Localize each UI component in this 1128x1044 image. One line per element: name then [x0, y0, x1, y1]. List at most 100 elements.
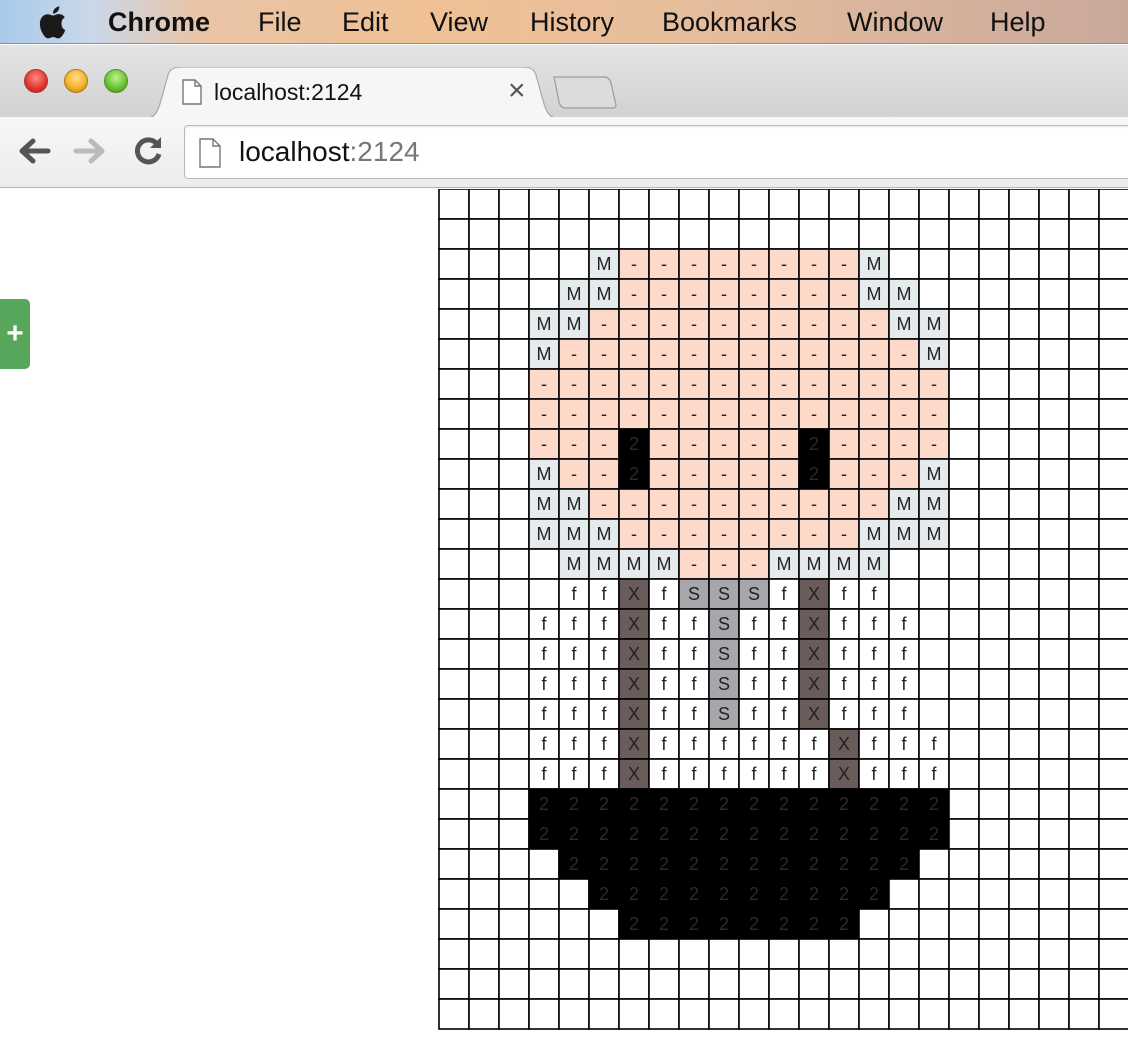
grid-cell[interactable] [1008, 548, 1040, 580]
grid-cell[interactable] [468, 788, 500, 820]
grid-cell[interactable] [1098, 578, 1128, 610]
grid-cell[interactable]: f [858, 728, 890, 760]
grid-cell[interactable] [918, 548, 950, 580]
grid-cell[interactable]: - [648, 338, 680, 370]
grid-cell[interactable] [948, 218, 980, 250]
grid-cell[interactable]: 2 [648, 818, 680, 850]
grid-cell[interactable] [1098, 308, 1128, 340]
grid-cell[interactable]: - [618, 248, 650, 280]
grid-cell[interactable] [1098, 428, 1128, 460]
menu-history[interactable]: History [530, 6, 614, 38]
grid-cell[interactable] [978, 728, 1010, 760]
grid-cell[interactable] [1098, 278, 1128, 310]
grid-cell[interactable]: 2 [918, 788, 950, 820]
grid-cell[interactable] [498, 698, 530, 730]
grid-cell[interactable] [1038, 608, 1070, 640]
grid-cell[interactable]: - [708, 248, 740, 280]
grid-cell[interactable]: M [888, 518, 920, 550]
grid-cell[interactable] [1068, 308, 1100, 340]
grid-cell[interactable]: f [648, 578, 680, 610]
grid-cell[interactable]: 2 [828, 848, 860, 880]
grid-cell[interactable] [468, 548, 500, 580]
grid-cell[interactable] [648, 998, 680, 1030]
grid-cell[interactable] [708, 189, 740, 220]
grid-cell[interactable]: X [798, 608, 830, 640]
grid-cell[interactable]: f [648, 668, 680, 700]
grid-cell[interactable] [438, 518, 470, 550]
grid-cell[interactable]: - [588, 338, 620, 370]
grid-cell[interactable] [558, 248, 590, 280]
menu-help[interactable]: Help [990, 6, 1046, 38]
grid-cell[interactable] [978, 848, 1010, 880]
grid-cell[interactable] [798, 218, 830, 250]
menu-app-name[interactable]: Chrome [108, 6, 210, 38]
grid-cell[interactable]: 2 [738, 848, 770, 880]
grid-cell[interactable] [468, 728, 500, 760]
grid-cell[interactable] [738, 189, 770, 220]
grid-cell[interactable]: 2 [708, 908, 740, 940]
grid-cell[interactable]: - [768, 458, 800, 490]
grid-cell[interactable] [438, 908, 470, 940]
grid-cell[interactable]: - [858, 308, 890, 340]
zoom-window-button[interactable] [104, 69, 128, 93]
grid-cell[interactable] [468, 398, 500, 430]
grid-cell[interactable]: - [798, 248, 830, 280]
grid-cell[interactable]: - [708, 278, 740, 310]
grid-cell[interactable] [468, 428, 500, 460]
grid-cell[interactable] [498, 848, 530, 880]
grid-cell[interactable] [498, 818, 530, 850]
grid-cell[interactable] [1038, 518, 1070, 550]
grid-cell[interactable]: f [858, 698, 890, 730]
grid-cell[interactable] [1008, 758, 1040, 790]
grid-cell[interactable] [948, 728, 980, 760]
grid-cell[interactable] [498, 578, 530, 610]
grid-cell[interactable] [468, 368, 500, 400]
grid-cell[interactable] [858, 968, 890, 1000]
grid-cell[interactable] [558, 968, 590, 1000]
grid-cell[interactable]: - [678, 368, 710, 400]
grid-cell[interactable] [528, 968, 560, 1000]
grid-cell[interactable] [918, 878, 950, 910]
grid-cell[interactable] [1098, 338, 1128, 370]
grid-cell[interactable]: - [558, 458, 590, 490]
grid-cell[interactable]: - [588, 428, 620, 460]
grid-cell[interactable] [1068, 278, 1100, 310]
grid-cell[interactable] [1008, 248, 1040, 280]
grid-cell[interactable] [1038, 908, 1070, 940]
grid-cell[interactable]: M [918, 458, 950, 490]
grid-cell[interactable]: 2 [798, 458, 830, 490]
grid-cell[interactable] [948, 638, 980, 670]
grid-cell[interactable] [498, 308, 530, 340]
grid-cell[interactable]: - [738, 338, 770, 370]
grid-cell[interactable] [1098, 908, 1128, 940]
grid-cell[interactable] [498, 189, 530, 220]
grid-cell[interactable] [1038, 818, 1070, 850]
grid-cell[interactable]: - [678, 488, 710, 520]
grid-cell[interactable] [918, 638, 950, 670]
grid-cell[interactable] [498, 398, 530, 430]
grid-cell[interactable] [498, 458, 530, 490]
grid-cell[interactable] [1068, 698, 1100, 730]
grid-cell[interactable]: f [888, 668, 920, 700]
grid-cell[interactable] [498, 758, 530, 790]
grid-cell[interactable] [738, 998, 770, 1030]
grid-cell[interactable] [1068, 908, 1100, 940]
grid-cell[interactable]: 2 [858, 788, 890, 820]
grid-cell[interactable]: f [588, 728, 620, 760]
grid-cell[interactable] [1068, 578, 1100, 610]
grid-cell[interactable]: f [918, 728, 950, 760]
grid-cell[interactable] [948, 848, 980, 880]
grid-cell[interactable]: - [918, 368, 950, 400]
grid-cell[interactable] [978, 758, 1010, 790]
grid-cell[interactable]: 2 [618, 848, 650, 880]
grid-cell[interactable] [468, 578, 500, 610]
forward-arrow-icon[interactable] [72, 133, 108, 169]
grid-cell[interactable] [1008, 189, 1040, 220]
grid-cell[interactable] [978, 998, 1010, 1030]
grid-cell[interactable] [948, 788, 980, 820]
grid-cell[interactable] [708, 968, 740, 1000]
grid-cell[interactable]: M [888, 308, 920, 340]
grid-cell[interactable]: - [768, 308, 800, 340]
grid-cell[interactable] [738, 218, 770, 250]
grid-cell[interactable] [1068, 518, 1100, 550]
